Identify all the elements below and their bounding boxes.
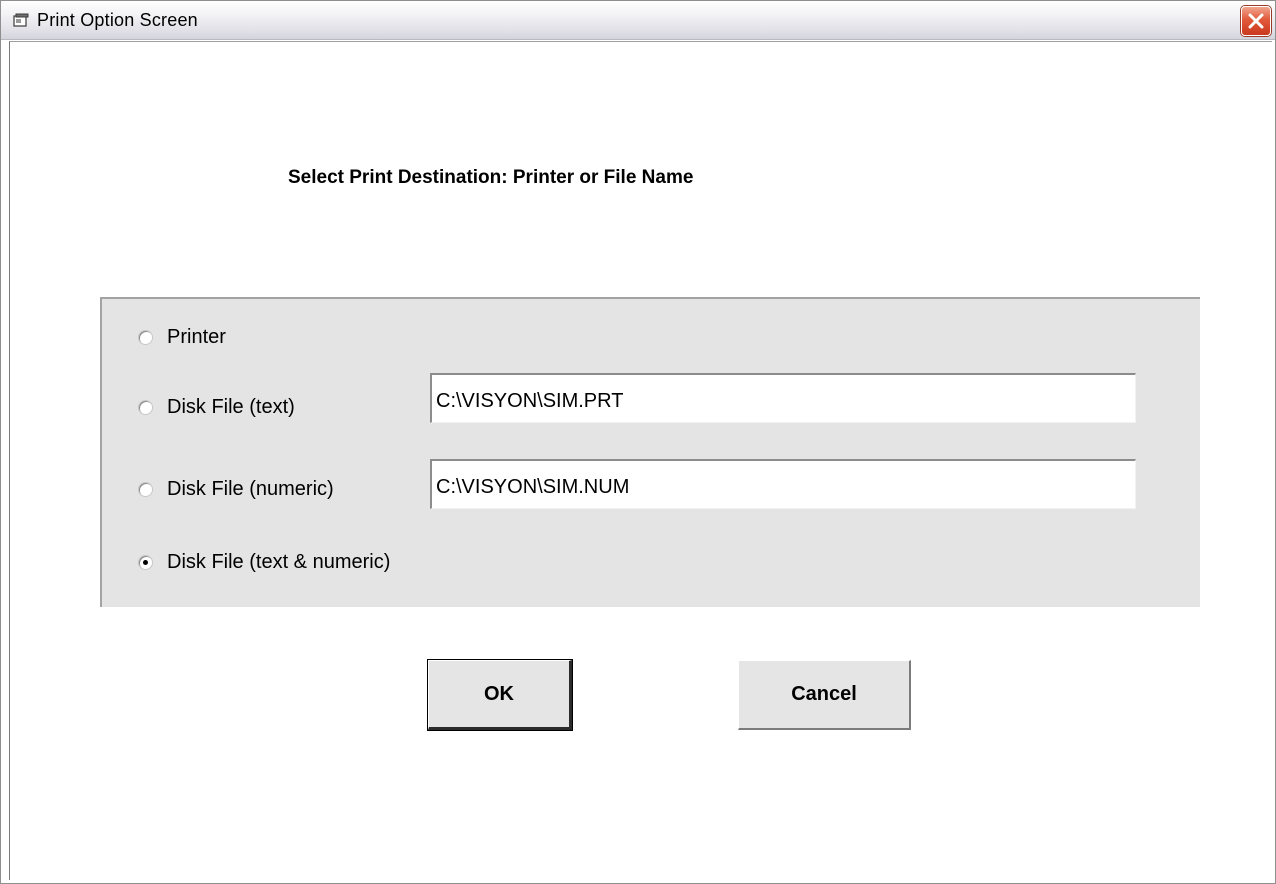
window-title: Print Option Screen [37, 10, 198, 30]
numeric-file-path-input[interactable] [430, 459, 1136, 509]
ok-button[interactable]: OK [428, 660, 572, 730]
radio-button-disk-file-text-numeric[interactable] [138, 555, 153, 570]
radio-button-disk-file-numeric[interactable] [138, 482, 153, 497]
radio-label-disk-file-text: Disk File (text) [167, 396, 295, 418]
title-bar[interactable]: Print Option Screen [1, 1, 1275, 40]
radio-disk-file-text-numeric[interactable]: Disk File (text & numeric) [138, 551, 390, 574]
radio-printer[interactable]: Printer [138, 326, 226, 349]
radio-button-printer[interactable] [138, 330, 153, 345]
radio-label-printer: Printer [167, 326, 226, 348]
close-icon [1248, 13, 1264, 29]
cancel-button[interactable]: Cancel [738, 660, 911, 730]
radio-label-disk-file-text-numeric: Disk File (text & numeric) [167, 551, 391, 573]
page-title: Select Print Destination: Printer or Fil… [288, 167, 694, 188]
radio-label-disk-file-numeric: Disk File (numeric) [167, 478, 334, 500]
radio-disk-file-numeric[interactable]: Disk File (numeric) [138, 478, 334, 501]
text-file-path-input[interactable] [430, 373, 1136, 423]
radio-button-disk-file-text[interactable] [138, 400, 153, 415]
radio-disk-file-text[interactable]: Disk File (text) [138, 396, 295, 419]
close-button[interactable] [1241, 6, 1271, 36]
window-icon [13, 13, 29, 27]
